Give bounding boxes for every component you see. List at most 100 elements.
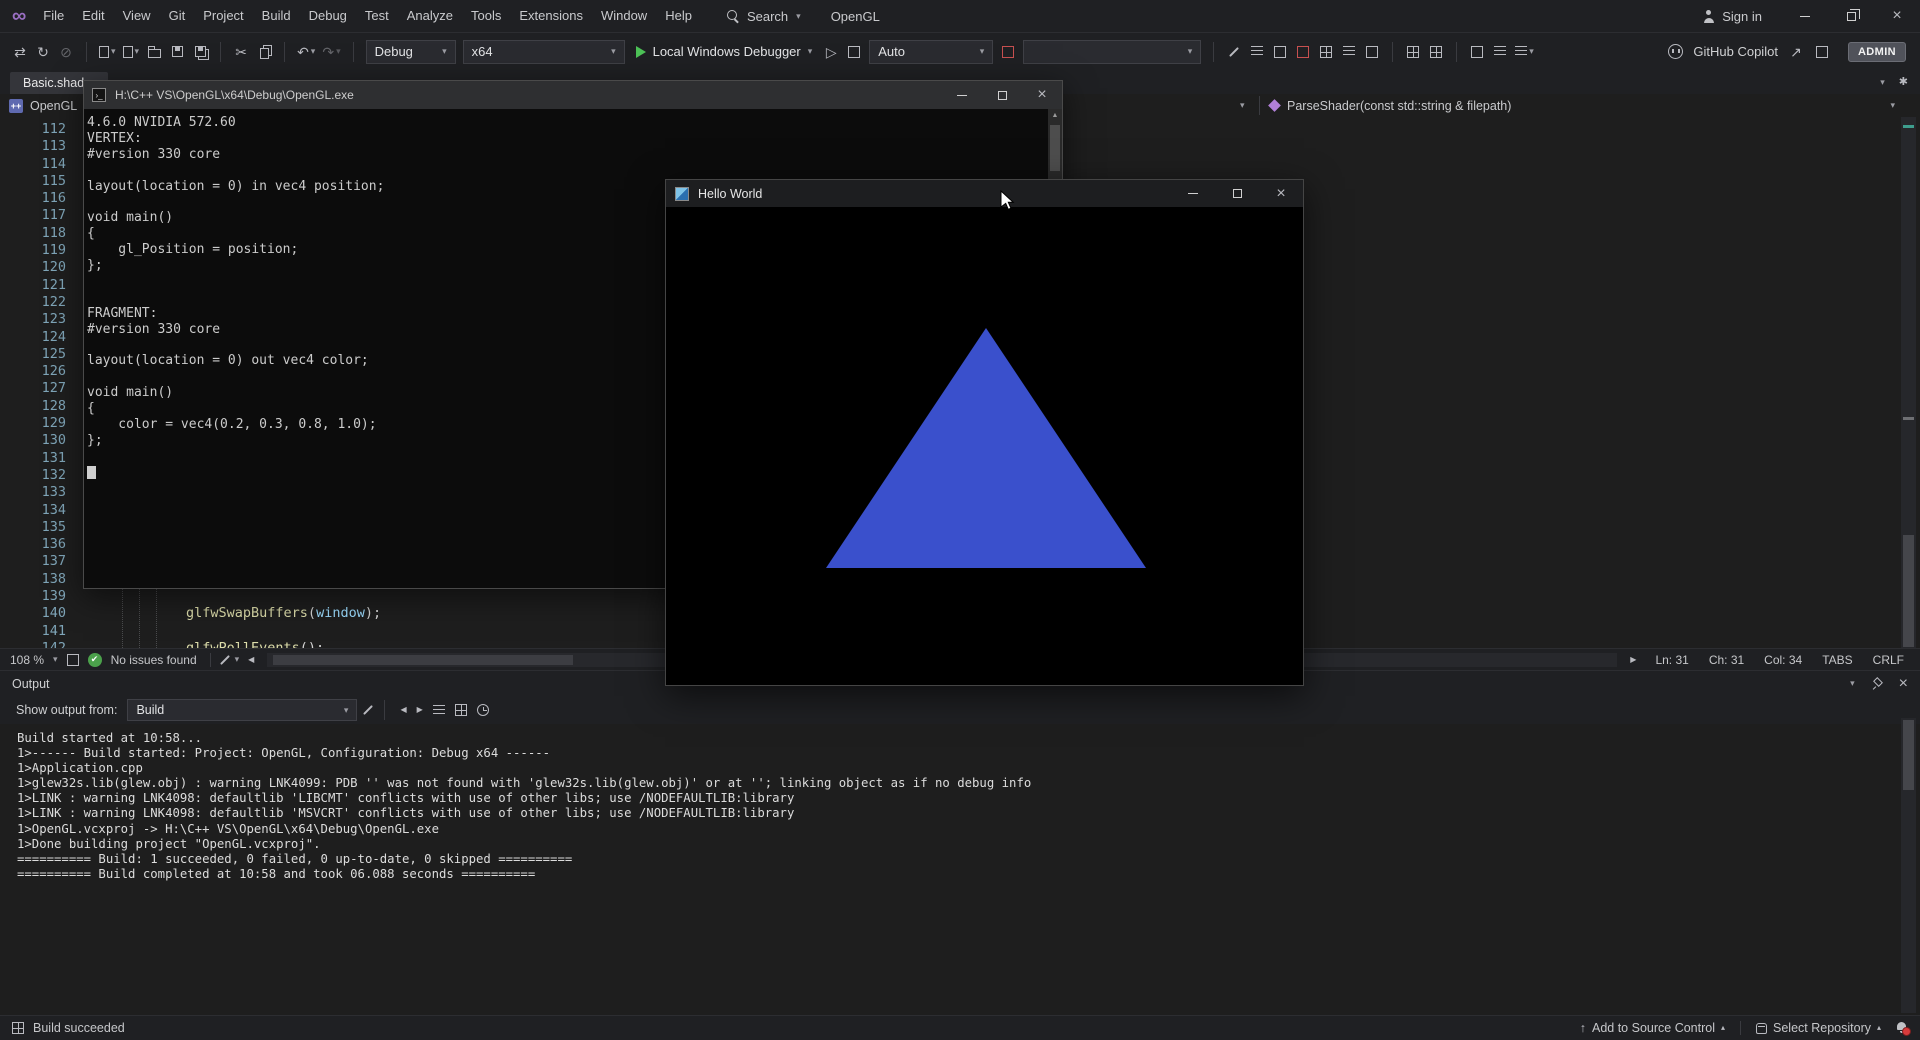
menu-project[interactable]: Project [194,0,252,32]
tools-options-icon[interactable] [1226,41,1242,63]
menu-test[interactable]: Test [356,0,398,32]
navigate-backward-icon[interactable] [12,41,28,63]
menu-analyze[interactable]: Analyze [398,0,462,32]
pin-icon[interactable] [1871,678,1883,690]
undo-button[interactable] [297,41,315,63]
platform-dropdown[interactable]: x64 [462,39,625,64]
hot-reload-icon[interactable] [1000,41,1016,63]
start-debugging-button[interactable]: Local Windows Debugger [632,44,817,59]
notifications-button[interactable] [1896,1022,1911,1036]
menu-build[interactable]: Build [253,0,300,32]
code-line-140[interactable]: glfwSwapBuffers(window); [186,605,381,622]
navigate-menu-icon[interactable] [1515,41,1534,63]
save-button[interactable] [169,41,185,63]
scroll-left-icon[interactable] [248,656,254,664]
clear-all-icon[interactable] [432,704,445,716]
hello-maximize-button[interactable] [1215,180,1259,207]
indent-increase-icon[interactable] [1428,41,1444,63]
profiler-icon[interactable] [846,41,862,63]
solution-explorer-icon[interactable] [1318,41,1334,63]
sign-in-button[interactable]: Sign in [1702,9,1762,24]
scrollbar-thumb[interactable] [1903,720,1914,790]
output-source-dropdown[interactable]: Build [127,699,358,721]
hello-minimize-button[interactable] [1171,180,1215,207]
scrollbar-thumb[interactable] [1050,125,1060,171]
menu-view[interactable]: View [114,0,160,32]
properties-window-icon[interactable] [1341,41,1357,63]
zoom-level[interactable]: 108 % [10,653,44,667]
start-without-debugging-button[interactable] [823,41,839,63]
scroll-up-icon[interactable]: ▲ [1048,109,1062,122]
code-cleanup-icon[interactable] [219,654,230,665]
scroll-right-icon[interactable] [1630,656,1636,664]
open-file-button[interactable] [146,41,162,63]
command-window-icon[interactable] [1249,41,1265,63]
menu-file[interactable]: File [34,0,73,32]
fit-frame-icon[interactable] [66,653,79,666]
toolbar-search-combo[interactable] [1023,39,1202,64]
menu-git[interactable]: Git [160,0,195,32]
code-line-142[interactable]: glfwPollEvents(); [186,640,324,648]
admin-badge[interactable]: ADMIN [1847,41,1906,62]
menu-tools[interactable]: Tools [462,0,510,32]
type-dropdown[interactable] [1240,94,1245,117]
scrollbar-thumb[interactable] [1903,535,1914,647]
next-message-icon[interactable] [417,706,423,714]
output-vertical-scrollbar[interactable] [1901,718,1916,1013]
restore-button[interactable] [1828,0,1874,32]
editor-vertical-scrollbar[interactable] [1901,117,1916,648]
settings-gear-icon[interactable] [1899,77,1908,88]
refresh-icon[interactable] [35,41,51,63]
code-cleanup-dropdown-icon[interactable] [235,655,240,664]
cut-button[interactable] [233,41,249,63]
select-repository-button[interactable]: Select Repository [1756,1021,1881,1035]
menu-help[interactable]: Help [656,0,701,32]
search-box[interactable]: Search [726,9,801,24]
close-panel-icon[interactable] [1899,676,1908,692]
share-icon[interactable] [1788,41,1804,63]
copy-button[interactable] [256,41,272,63]
configuration-dropdown[interactable]: Debug [365,39,456,64]
add-item-button[interactable] [122,41,140,63]
word-wrap-icon[interactable] [454,704,467,716]
hello-world-window[interactable]: Hello World [665,179,1304,686]
console-close-button[interactable] [1022,81,1062,109]
new-project-button[interactable] [99,41,116,63]
line-ending-indicator[interactable]: CRLF [1873,653,1904,667]
comment-icon[interactable] [1469,41,1485,63]
github-copilot-label[interactable]: GitHub Copilot [1693,44,1778,59]
background-task-icon[interactable] [12,1022,24,1034]
console-minimize-button[interactable] [942,81,982,109]
previous-message-icon[interactable] [400,706,406,714]
hello-close-button[interactable] [1259,180,1303,207]
add-to-source-control-button[interactable]: Add to Source Control [1580,1021,1725,1035]
menu-edit[interactable]: Edit [73,0,113,32]
tab-list-dropdown-icon[interactable] [1880,78,1885,87]
error-list-icon[interactable] [1272,41,1288,63]
menu-extensions[interactable]: Extensions [510,0,592,32]
zoom-dropdown-icon[interactable] [53,655,58,664]
console-maximize-button[interactable] [982,81,1022,109]
breakpoints-window-icon[interactable] [1295,41,1311,63]
stop-refresh-icon[interactable] [58,41,74,63]
timestamp-icon[interactable] [476,704,489,716]
close-button[interactable] [1874,0,1920,32]
output-log[interactable]: Build started at 10:58... 1>------ Build … [0,731,1898,1015]
tabs-indicator[interactable]: TABS [1822,653,1852,667]
menu-window[interactable]: Window [592,0,656,32]
feedback-icon[interactable] [1814,41,1830,63]
redo-button[interactable] [322,41,340,63]
find-in-files-icon[interactable] [1364,41,1380,63]
goto-message-icon[interactable] [363,705,374,715]
watch-mode-dropdown[interactable]: Auto [869,39,994,64]
menu-debug[interactable]: Debug [300,0,356,32]
save-all-button[interactable] [192,41,208,63]
indent-decrease-icon[interactable] [1405,41,1421,63]
console-title-bar[interactable]: H:\C++ VS\OpenGL\x64\Debug\OpenGL.exe [84,81,1062,109]
member-dropdown[interactable]: ParseShader(const std::string & filepath… [1261,94,1904,117]
horizontal-scrollbar-thumb[interactable] [273,654,574,665]
word-wrap-icon[interactable] [1492,41,1508,63]
hello-world-title-bar[interactable]: Hello World [666,180,1303,207]
panel-menu-icon[interactable] [1850,679,1855,688]
health-status[interactable]: No issues found [111,653,197,667]
